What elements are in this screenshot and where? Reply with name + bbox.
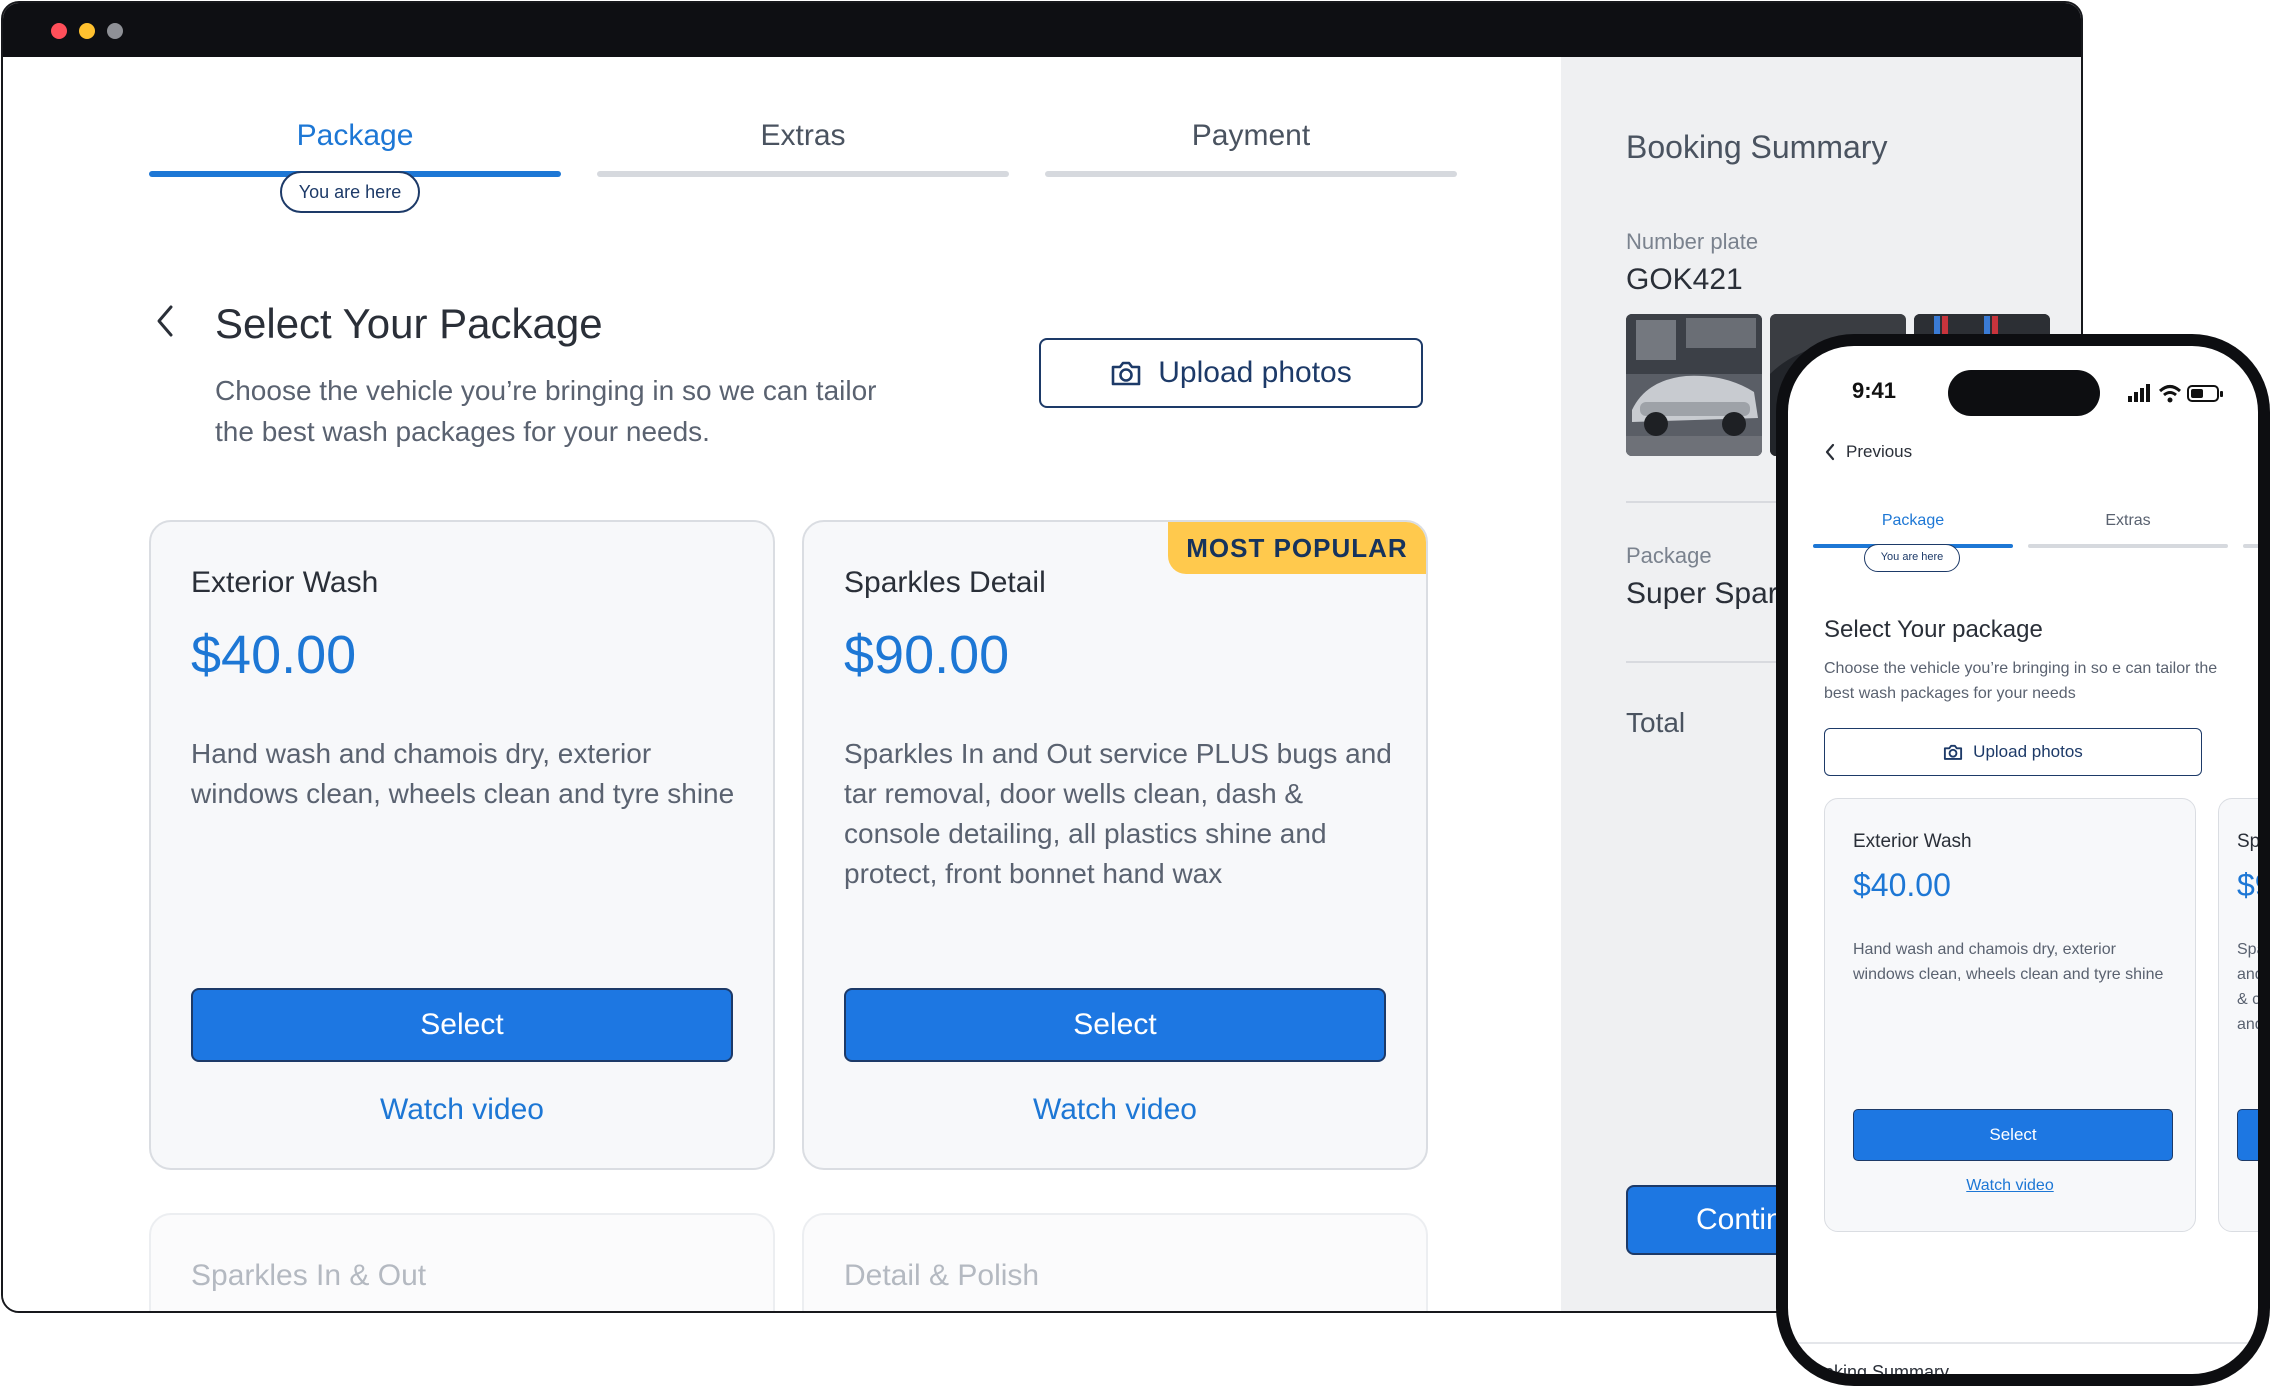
step-progress-bar [1045, 171, 1457, 177]
status-icons [2128, 384, 2223, 403]
status-bar-time: 9:41 [1852, 378, 1897, 403]
camera-icon [1111, 361, 1141, 386]
phone-device: 9:41 Previous Package Extras You are her… [1776, 334, 2270, 1386]
car-photo-thumbnail[interactable] [1626, 314, 1762, 456]
package-card: Detail & Polish [802, 1213, 1428, 1311]
back-chevron-icon[interactable] [151, 303, 181, 339]
mobile-booking-summary-heading: oking Summary [1824, 1362, 1950, 1374]
mobile-package-card: Exterior Wash $40.00 Hand wash and chamo… [1824, 798, 2196, 1232]
step-package[interactable]: Package [149, 119, 561, 177]
mobile-page-subtitle: Choose the vehicle you’re bringing in so… [1824, 660, 2218, 702]
watch-video-link[interactable]: Watch video [804, 1093, 1426, 1127]
booking-main-panel: Package Extras Payment You are here Sele… [3, 57, 1561, 1311]
phone-screen: 9:41 Previous Package Extras You are her… [1788, 346, 2258, 1374]
mobile-page-title: Select Your package [1824, 616, 2043, 643]
step-progress-bar [2243, 544, 2258, 548]
package-name: Exterior Wash [1853, 831, 1972, 852]
package-name: Sparkles In & Out [191, 1259, 427, 1292]
car-photo-image [1626, 314, 1762, 456]
title-bar [3, 3, 2081, 57]
select-button[interactable]: Select [844, 988, 1386, 1062]
mobile-step-extras[interactable]: Extras [2028, 512, 2228, 548]
upload-photos-button[interactable]: Upload photos [1039, 338, 1423, 408]
step-payment[interactable]: Payment [1045, 119, 1457, 177]
package-description: Hand wash and chamois dry, exterior wind… [1853, 941, 2164, 983]
maximize-window-dot[interactable] [107, 23, 123, 39]
package-price: $9 [2237, 867, 2258, 903]
most-popular-badge: MOST POPULAR [1168, 522, 1426, 574]
select-button[interactable]: Select [191, 988, 733, 1062]
package-card: Sparkles In & Out [149, 1213, 775, 1311]
package-price: $90.00 [844, 625, 1010, 685]
step-extras[interactable]: Extras [597, 119, 1009, 177]
package-value: Super Spark [1626, 577, 1793, 610]
dynamic-island [1948, 370, 2100, 416]
summary-title: Booking Summary [1626, 129, 1888, 165]
select-button[interactable] [2237, 1109, 2258, 1161]
mobile-divider [1788, 1342, 2258, 1344]
browser-window: Package Extras Payment You are here Sele… [1, 1, 2083, 1313]
chevron-left-icon [1825, 443, 1835, 461]
package-card: Exterior Wash $40.00 Hand wash and chamo… [149, 520, 775, 1170]
mobile-upload-photos-button[interactable]: Upload photos [1824, 728, 2202, 776]
package-description: Sparkles In and Out service PLUS bugs an… [844, 738, 1392, 889]
you-are-here-badge: You are here [1864, 544, 1960, 572]
package-name: Sp [2237, 831, 2258, 852]
number-plate-label: Number plate [1626, 229, 1759, 254]
previous-link[interactable]: Previous [1824, 442, 1912, 462]
watch-video-link[interactable]: Watch video [1825, 1177, 2195, 1195]
you-are-here-badge: You are here [280, 171, 420, 213]
wifi-icon [2158, 385, 2182, 403]
package-price: $40.00 [1853, 867, 1951, 903]
mobile-package-card-peek: Sp $9 Spa and & c and [2218, 798, 2258, 1232]
watch-video-link[interactable]: Watch video [151, 1093, 773, 1127]
package-name: Exterior Wash [191, 566, 379, 599]
package-description: Hand wash and chamois dry, exterior wind… [191, 738, 735, 809]
number-plate-value: GOK421 [1626, 263, 1743, 296]
step-progress-bar [597, 171, 1009, 177]
package-card: MOST POPULAR Sparkles Detail $90.00 Spar… [802, 520, 1428, 1170]
step-progress-bar [2028, 544, 2228, 548]
mobile-step-package[interactable]: Package [1813, 512, 2013, 548]
package-description: Spa and & c and [2237, 941, 2258, 1033]
battery-icon [2187, 385, 2223, 402]
page-subtitle: Choose the vehicle you’re bringing in so… [215, 375, 877, 447]
select-button[interactable]: Select [1853, 1109, 2173, 1161]
package-name: Sparkles Detail [844, 566, 1046, 599]
package-price: $40.00 [191, 625, 357, 685]
signal-icon [2128, 384, 2150, 402]
page-title: Select Your Package [215, 300, 603, 347]
camera-icon [1944, 744, 1963, 760]
minimize-window-dot[interactable] [79, 23, 95, 39]
total-label: Total [1626, 707, 1686, 738]
package-label: Package [1626, 543, 1712, 568]
close-window-dot[interactable] [51, 23, 67, 39]
package-name: Detail & Polish [844, 1259, 1040, 1292]
